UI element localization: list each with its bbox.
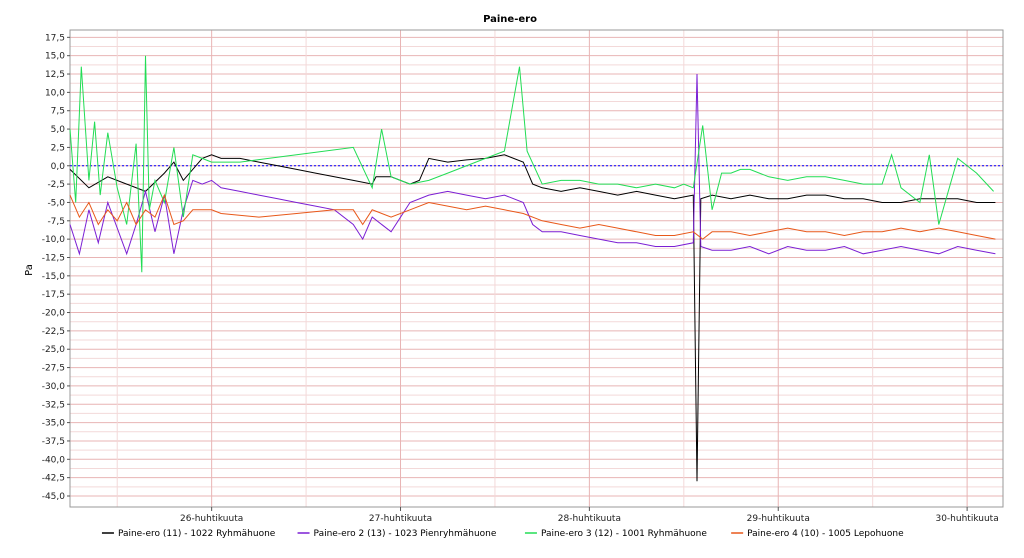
y-tick-label: -7,5: [47, 217, 65, 227]
y-tick-label: -20,0: [42, 309, 66, 319]
y-tick-label: -25,0: [42, 345, 66, 355]
y-tick-label: -37,5: [42, 437, 65, 447]
y-tick-label: 0,0: [51, 162, 66, 172]
y-tick-label: -42,5: [42, 474, 65, 484]
y-tick-label: 10,0: [45, 88, 65, 98]
legend-label-1: Paine-ero (11) - 1022 Ryhmähuone: [118, 529, 276, 539]
legend-label-3: Paine-ero 3 (12) - 1001 Ryhmähuone: [541, 529, 707, 539]
y-tick-label: 7,5: [51, 107, 65, 117]
series-line-4: [69, 193, 996, 240]
y-tick-label: -12,5: [42, 253, 65, 263]
x-tick-label: 28-huhtikuuta: [558, 514, 621, 524]
y-tick-label: -2,5: [47, 180, 65, 190]
y-tick-label: -35,0: [42, 419, 66, 429]
y-tick-label: 15,0: [45, 52, 65, 62]
y-tick-label: -27,5: [42, 364, 65, 374]
y-tick-label: -5,0: [47, 198, 65, 208]
x-tick-label: 29-huhtikuuta: [747, 514, 810, 524]
y-tick-label: 17,5: [45, 33, 65, 43]
y-tick-label: -10,0: [42, 235, 66, 245]
y-tick-label: -22,5: [42, 327, 65, 337]
y-tick-label: 2,5: [51, 143, 65, 153]
y-tick-label: 5,0: [51, 125, 66, 135]
legend-label-2: Paine-ero 2 (13) - 1023 Pienryhmähuone: [314, 529, 497, 539]
x-axis-ticks: 26-huhtikuuta 27-huhtikuuta 28-huhtikuuta 2…: [180, 507, 999, 524]
x-tick-label: 30-huhtikuuta: [935, 514, 998, 524]
y-tick-label: -32,5: [42, 400, 65, 410]
y-tick-label: -17,5: [42, 290, 65, 300]
legend: Paine-ero (11) - 1022 Ryhmähuone Paine-er…: [101, 529, 904, 539]
y-axis-label: Pa: [24, 264, 35, 276]
series-line-3: [69, 55, 994, 273]
y-tick-label: -40,0: [42, 455, 66, 465]
y-tick-label: 12,5: [45, 70, 65, 80]
y-axis-ticks: 17,5 15,0 12,5 10,0 7,5 5,0 2,5 0,0 -2,5 -5,0 -7,5…: [42, 33, 70, 502]
y-tick-label: -15,0: [42, 272, 66, 282]
x-tick-label: 27-huhtikuuta: [369, 514, 432, 524]
y-tick-label: -30,0: [42, 382, 66, 392]
legend-label-4: Paine-ero 4 (10) - 1005 Lepohuone: [747, 529, 904, 539]
chart: Paine-ero 17,5 15,0 12,5 10,0 7,5 5,0 2,5 0,0 -2…: [0, 0, 1024, 558]
grid: [70, 30, 1003, 507]
series-line-1: [69, 154, 996, 482]
chart-title: Paine-ero: [483, 14, 537, 25]
x-tick-label: 26-huhtikuuta: [180, 514, 243, 524]
chart-svg: Paine-ero 17,5 15,0 12,5 10,0 7,5 5,0 2,5 0,0 -2…: [24, 14, 1004, 539]
y-tick-label: -45,0: [42, 492, 66, 502]
